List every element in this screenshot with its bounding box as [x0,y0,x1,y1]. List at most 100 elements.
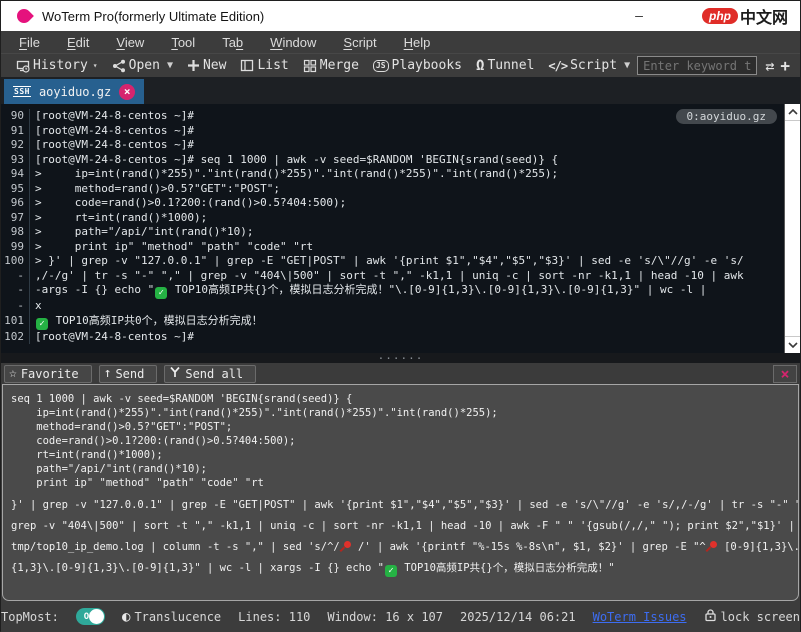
scroll-down-icon[interactable] [785,336,800,353]
line-number: 95 [1,182,30,197]
window-title: WoTerm Pro(formerly Ultimate Edition) [42,9,264,24]
minimize-button[interactable]: — [624,9,654,24]
tab-aoyiduo[interactable]: SSH aoyiduo.gz × [4,79,144,104]
search-input[interactable] [638,59,756,73]
favorite-label: Favorite [21,367,79,381]
tab-close-icon[interactable]: × [119,84,135,100]
editor-line: grep -v "404\|500" | sort -t "," -k1,1 |… [11,516,790,537]
editor-line: seq 1 1000 | awk -v seed=$RANDOM 'BEGIN{… [11,392,790,406]
menu-item-tab[interactable]: Tab [222,35,243,50]
terminal-line: 96> code=rand()>0.1?200:(rand()>0.5?404:… [1,196,783,211]
line-text: x [30,299,42,314]
line-number: 101 [1,314,30,330]
line-text: > rt=int(rand()*1000); [30,211,207,226]
tunnel-icon: Ω [476,58,484,74]
php-watermark: php 中文网 [702,4,788,28]
tab-bar: SSH aoyiduo.gz × [1,77,800,104]
favorite-button[interactable]: ☆ Favorite [4,365,92,383]
editor-line: tmp/top10_ip_demo.log | column -t -s ","… [11,537,790,558]
editor-line: rt=int(rand()*1000); [11,448,790,462]
open-button[interactable]: Open ▼ [105,55,180,77]
menu-item-script[interactable]: Script [343,35,376,50]
chevron-down-icon: ▼ [624,60,630,71]
check-icon: ✓ [36,318,48,330]
half-circle-icon: ◐ [122,609,130,625]
panel-header: ☆ Favorite ↑ Send Send all × [1,363,800,384]
menu-bar: File Edit View Tool Tab Window Script Help [1,31,800,53]
splitter[interactable] [1,353,800,363]
branch-icon [169,366,181,381]
tunnel-label: Tunnel [487,58,534,73]
line-text: [root@VM-24-8-centos ~]# [30,138,194,153]
add-icon[interactable]: + [780,56,790,75]
title-bar: WoTerm Pro(formerly Ultimate Edition) — … [1,1,800,31]
menu-item-edit[interactable]: Edit [67,35,89,50]
merge-label: Merge [320,58,359,73]
window-size: Window: 16 x 107 [327,610,443,624]
list-label: List [257,58,288,73]
tunnel-button[interactable]: Ω Tunnel [469,55,541,77]
issues-link[interactable]: WoTerm Issues [593,610,687,624]
app-window: WoTerm Pro(formerly Ultimate Edition) — … [0,0,801,631]
send-all-button[interactable]: Send all [164,365,256,383]
lines-count: Lines: 110 [238,610,310,624]
editor-line: print ip" "method" "path" "code" "rt [11,476,790,490]
command-editor[interactable]: seq 1 1000 | awk -v seed=$RANDOM 'BEGIN{… [2,384,799,601]
tool-bar: History ▾ Open ▼ New List Merge JS Playb… [1,53,800,77]
splitter-handle-icon[interactable] [378,349,424,362]
lock-screen-button[interactable]: lock screen [704,608,800,625]
terminal-line: 97> rt=int(rand()*1000); [1,211,783,226]
list-button[interactable]: List [233,55,295,77]
menu-item-window[interactable]: Window [270,35,316,50]
terminal-line: 100> }' | grep -v "127.0.0.1" | grep -E … [1,254,783,269]
script-button[interactable]: </> Script ▼ [541,55,637,77]
star-icon: ☆ [9,366,17,381]
translucence-control[interactable]: ◐ Translucence [122,609,221,625]
translucence-label: Translucence [134,610,221,624]
line-text: ✓ TOP10高频IP共0个，模拟日志分析完成！ [30,314,263,330]
send-button[interactable]: ↑ Send [99,365,158,383]
php-watermark-text: 中文网 [740,4,788,28]
playbooks-label: Playbooks [392,58,462,73]
line-number: 94 [1,167,30,182]
menu-item-file[interactable]: File [19,35,40,50]
terminal-line: 90[root@VM-24-8-centos ~]# [1,109,783,124]
line-text: [root@VM-24-8-centos ~]# seq 1 1000 | aw… [30,153,558,168]
line-number: 102 [1,330,30,345]
editor-line: }' | grep -v "127.0.0.1" | grep -E "GET|… [11,495,790,516]
panel-close-icon[interactable]: × [773,365,797,383]
pin-icon [341,541,351,552]
editor-line: {1,3}\.[0-9]{1,3}\.[0-9]{1,3}" | wc -l |… [11,558,790,579]
terminal-scrollbar[interactable] [784,104,800,353]
menu-item-tool[interactable]: Tool [171,35,195,50]
line-number: 97 [1,211,30,226]
terminal-line: 95> method=rand()>0.5?"GET":"POST"; [1,182,783,197]
terminal-line: 101✓ TOP10高频IP共0个，模拟日志分析完成！ [1,314,783,330]
terminal-lines: 90[root@VM-24-8-centos ~]#91[root@VM-24-… [1,109,783,344]
swap-icon[interactable]: ⇄ [765,57,774,75]
editor-line: code=rand()>0.1?200:(rand()>0.5?404:500)… [11,434,790,448]
terminal-line: 99> print ip" "method" "path" "code" "rt [1,240,783,255]
terminal-line: -,/-/g' | tr -s "-" "," | grep -v "404\|… [1,269,783,284]
editor-block1: seq 1 1000 | awk -v seed=$RANDOM 'BEGIN{… [11,392,790,490]
merge-button[interactable]: Merge [296,55,366,77]
menu-item-view[interactable]: View [116,35,144,50]
open-label: Open [129,58,160,73]
line-number: 99 [1,240,30,255]
code-icon: </> [548,59,567,73]
scroll-up-icon[interactable] [785,104,800,121]
playbooks-button[interactable]: JS Playbooks [366,55,469,77]
terminal-line: 98> path="/api/"int(rand()*10); [1,225,783,240]
line-text: > path="/api/"int(rand()*10); [30,225,254,240]
line-number: 90 [1,109,30,124]
line-number: 100 [1,254,30,269]
topmost-toggle[interactable]: ON [76,608,105,625]
history-button[interactable]: History ▾ [9,55,105,77]
js-icon: JS [373,60,389,72]
line-text: > method=rand()>0.5?"GET":"POST"; [30,182,280,197]
line-text: ,/-/g' | tr -s "-" "," | grep -v "404\|5… [30,269,744,284]
history-label: History [33,58,88,73]
menu-item-help[interactable]: Help [404,35,431,50]
terminal[interactable]: 90[root@VM-24-8-centos ~]#91[root@VM-24-… [1,104,800,353]
new-button[interactable]: New [180,55,233,77]
